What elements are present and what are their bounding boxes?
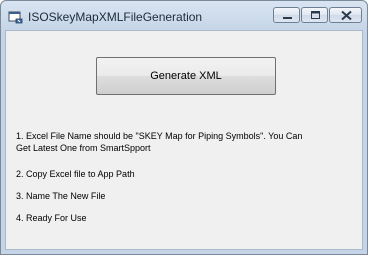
close-button[interactable] [329,7,362,23]
instruction-step-2: 2. Copy Excel file to App Path [16,169,135,179]
client-area: Generate XML 1. Excel File Name should b… [5,30,363,250]
minimize-icon [283,17,292,19]
instruction-step-1-line-2: Get Latest One from SmartSpport [16,143,151,153]
maximize-button[interactable] [301,7,328,23]
generate-xml-button[interactable]: Generate XML [96,57,276,95]
title-bar[interactable]: ISOSkeyMapXMLFileGeneration [1,1,367,30]
minimize-button[interactable] [273,7,300,23]
close-icon [341,10,352,21]
app-window: ISOSkeyMapXMLFileGeneration Generate XML… [0,0,368,255]
instruction-step-3: 3. Name The New File [16,191,106,201]
window-title: ISOSkeyMapXMLFileGeneration [28,10,203,24]
instruction-step-1-line-1: 1. Excel File Name should be "SKEY Map f… [16,131,303,141]
maximize-icon [311,11,320,19]
app-icon [8,10,24,24]
instruction-step-4: 4. Ready For Use [16,213,87,223]
